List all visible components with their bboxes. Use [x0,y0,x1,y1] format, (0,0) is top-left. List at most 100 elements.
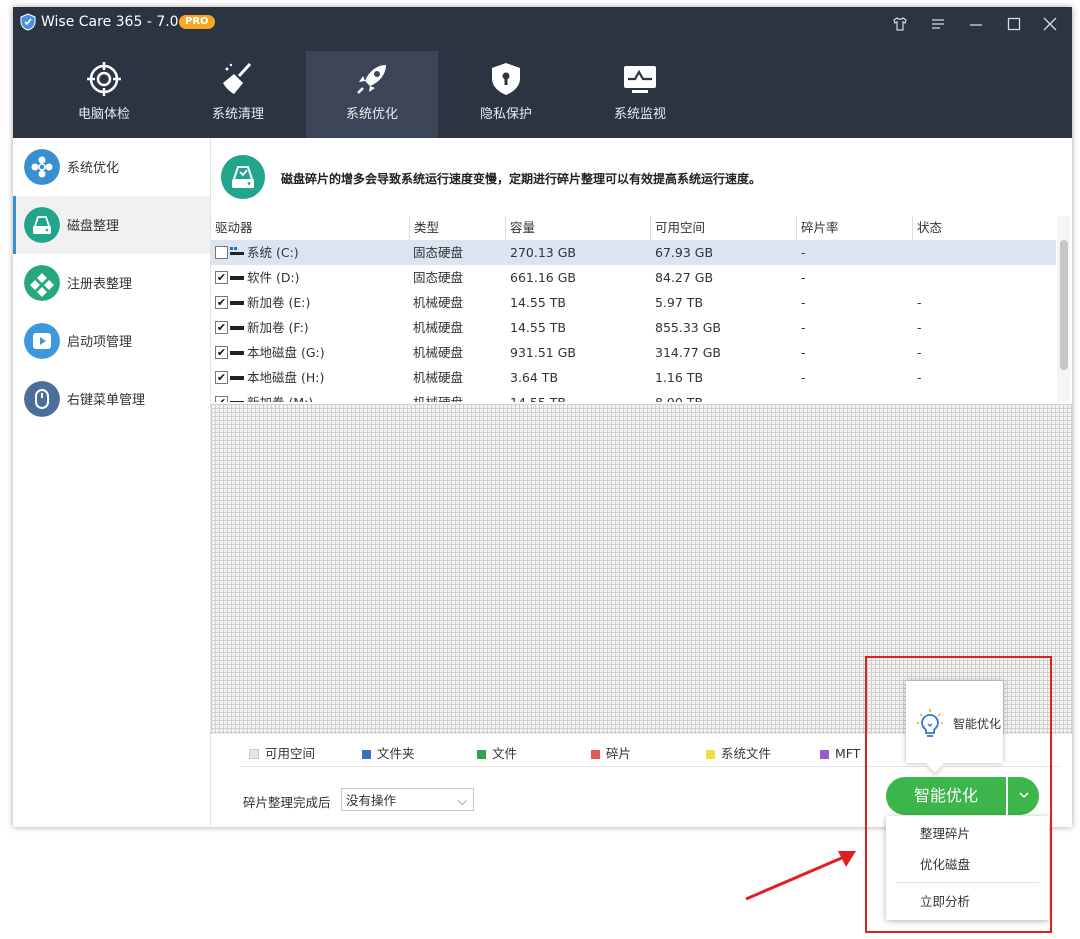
table-row[interactable]: ✔ 新加卷 (E:) 机械硬盘 14.55 TB 5.97 TB - - [211,290,1056,315]
shield-icon [492,63,520,95]
rocket-icon [357,65,386,94]
legend-swatch [362,750,371,759]
tab-system-monitor[interactable]: 系统监视 [574,51,706,138]
crosshair-icon [87,62,121,96]
sidebar-item-disk-defrag[interactable]: 磁盘整理 [13,196,210,254]
drive-icon [230,301,244,305]
annotation-arrow-icon [745,851,856,901]
drive-capacity: 14.55 TB [510,390,566,402]
disk-icon [24,207,60,243]
close-icon[interactable] [1039,16,1061,36]
drive-capacity: 14.55 TB [510,295,566,310]
scrollbar-thumb[interactable] [1060,240,1068,370]
table-row[interactable]: ✔ 本地磁盘 (H:) 机械硬盘 3.64 TB 1.16 TB - - [211,365,1056,390]
title-bar: Wise Care 365 - 7.0.7 PRO 电脑体检 系统清理 系统优化… [13,7,1072,138]
column-header-fragmentation[interactable]: 碎片率 [797,216,913,240]
drive-free-space: 67.93 GB [655,245,714,260]
drive-status: - [917,345,922,360]
drive-fragmentation: - [801,320,806,335]
sidebar-item-label: 磁盘整理 [67,219,120,234]
column-header-drive[interactable]: 驱动器 [211,216,410,240]
drive-icon [230,401,244,402]
sidebar-item-label: 系统优化 [67,161,120,176]
sidebar-item-startup[interactable]: 启动项管理 [13,312,210,370]
legend-swatch [820,750,829,759]
broom-icon [223,62,252,94]
drive-type: 固态硬盘 [413,270,464,285]
mouse-icon [24,381,60,417]
drive-fragmentation: - [801,270,806,285]
legend-swatch [591,750,600,759]
drive-free-space: 8.90 TB [655,390,703,402]
drive-type: 机械硬盘 [413,295,464,310]
row-checkbox[interactable]: ✔ [215,321,228,334]
tab-label: 系统优化 [345,107,398,122]
highlight-annotation-box [865,656,1052,933]
tab-pc-checkup[interactable]: 电脑体检 [38,51,170,138]
drive-fragmentation: - [801,345,806,360]
row-checkbox[interactable]: ✔ [215,296,228,309]
after-defrag-select[interactable]: 没有操作 ⌵ [341,788,474,811]
table-row[interactable]: ✔ 本地磁盘 (G:) 机械硬盘 931.51 GB 314.77 GB - - [211,340,1056,365]
legend-swatch [706,750,715,759]
drive-icon [230,376,244,380]
drive-free-space: 855.33 GB [655,320,721,335]
column-header-capacity[interactable]: 容量 [506,216,651,240]
legend-item-mft: MFT [820,744,860,764]
drive-name: 本地磁盘 (H:) [247,370,325,385]
drive-icon [230,276,244,280]
drive-free-space: 84.27 GB [655,270,714,285]
sidebar: 系统优化 磁盘整理 注册表整理 启动项管理 右键菜单管理 [13,138,211,827]
play-icon [24,323,60,359]
column-header-type[interactable]: 类型 [410,216,506,240]
legend-item-free-space: 可用空间 [249,744,315,764]
table-row[interactable]: ✔ 新加卷 (F:) 机械硬盘 14.55 TB 855.33 GB - - [211,315,1056,340]
table-scrollbar[interactable] [1057,216,1070,402]
menu-icon[interactable] [927,16,949,36]
drive-name: 新加卷 (M:) [247,390,313,402]
drive-name: 软件 (D:) [247,270,300,285]
drive-free-space: 1.16 TB [655,370,704,385]
drive-name: 系统 (C:) [247,245,299,260]
drive-free-space: 314.77 GB [655,345,721,360]
sidebar-item-context-menu[interactable]: 右键菜单管理 [13,370,210,428]
sidebar-item-label: 启动项管理 [67,335,133,350]
row-checkbox[interactable] [215,246,228,259]
tab-privacy[interactable]: 隐私保护 [440,51,572,138]
tab-label: 系统监视 [613,107,666,122]
legend-swatch [249,749,259,759]
table-row[interactable]: 系统 (C:) 固态硬盘 270.13 GB 67.93 GB - [211,240,1056,265]
banner-text: 磁盘碎片的增多会导致系统运行速度变慢，定期进行碎片整理可以有效提高系统运行速度。 [281,172,762,186]
drive-fragmentation: - [801,370,806,385]
column-header-status[interactable]: 状态 [913,216,1056,240]
row-checkbox[interactable]: ✔ [215,346,228,359]
sidebar-item-registry[interactable]: 注册表整理 [13,254,210,312]
maximize-icon[interactable] [1003,16,1025,36]
table-row[interactable]: ✔ 新加卷 (M:) 机械硬盘 14.55 TB 8.90 TB [211,390,1056,402]
drive-capacity: 14.55 TB [510,320,566,335]
column-header-free-space[interactable]: 可用空间 [651,216,797,240]
sidebar-item-system-optimize[interactable]: 系统优化 [13,138,210,196]
tab-label: 系统清理 [211,107,264,122]
skin-shirt-icon[interactable] [889,16,911,36]
legend-swatch [477,750,486,759]
app-logo-icon [20,13,36,31]
drive-icon [230,326,244,330]
drive-status: - [917,370,922,385]
drive-icon [230,351,244,355]
app-title: Wise Care 365 - 7.0.7 [41,14,192,30]
select-value: 没有操作 [346,793,397,808]
row-checkbox[interactable]: ✔ [215,271,228,284]
row-checkbox[interactable]: ✔ [215,371,228,384]
legend-item-file: 文件 [477,744,517,764]
monitor-icon [624,66,656,93]
disk-defrag-icon [221,155,265,199]
minimize-icon[interactable] [965,16,987,36]
table-row[interactable]: ✔ 软件 (D:) 固态硬盘 661.16 GB 84.27 GB - [211,265,1056,290]
system-drive-icon [230,247,244,255]
tab-system-clean[interactable]: 系统清理 [172,51,304,138]
tab-system-optimize[interactable]: 系统优化 [306,51,438,138]
row-checkbox[interactable]: ✔ [215,396,228,402]
drive-status: - [917,320,922,335]
after-defrag-label: 碎片整理完成后 [243,795,331,810]
